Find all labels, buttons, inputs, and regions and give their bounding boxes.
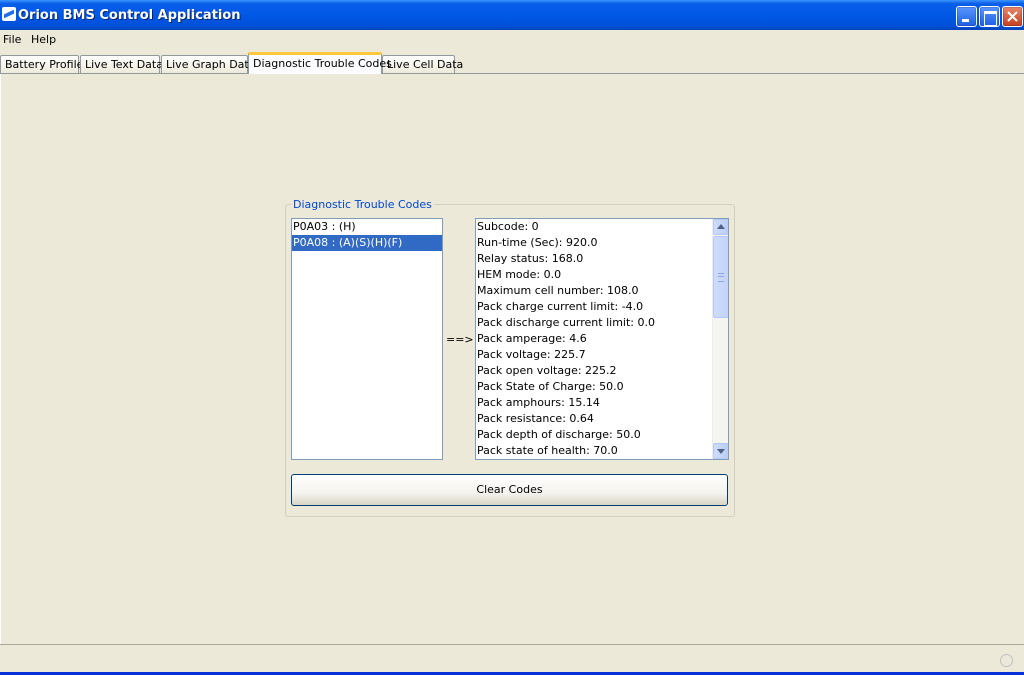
- app-icon: [2, 7, 16, 21]
- clear-codes-button[interactable]: Clear Codes: [291, 474, 728, 506]
- tab-live-graph-data[interactable]: Live Graph Data: [161, 55, 255, 74]
- window-title: Orion BMS Control Application: [18, 8, 241, 23]
- list-item: Pack depth of discharge: 50.0: [477, 428, 641, 441]
- menu-help[interactable]: Help: [31, 33, 56, 46]
- status-bar: [0, 644, 1024, 672]
- close-icon: [1007, 11, 1018, 22]
- details-scrollbar[interactable]: [712, 219, 728, 459]
- list-item: Pack discharge current limit: 0.0: [477, 316, 655, 329]
- tab-panel-edge: [0, 74, 1, 644]
- list-item: Pack open voltage: 225.2: [477, 364, 617, 377]
- trouble-codes-list[interactable]: P0A03 : (H) P0A08 : (A)(S)(H)(F): [291, 218, 443, 460]
- code-details-list[interactable]: Subcode: 0 Run-time (Sec): 920.0 Relay s…: [475, 218, 729, 460]
- scroll-thumb[interactable]: [713, 236, 728, 318]
- dtc-group-title: Diagnostic Trouble Codes: [291, 198, 434, 211]
- tab-battery-profile[interactable]: Battery Profile: [0, 55, 83, 74]
- list-item[interactable]: P0A08 : (A)(S)(H)(F): [292, 235, 442, 251]
- list-item: Pack resistance: 0.64: [477, 412, 594, 425]
- menu-file[interactable]: File: [3, 33, 21, 46]
- tab-diagnostic-trouble-codes[interactable]: Diagnostic Trouble Codes: [248, 52, 392, 74]
- list-item: HEM mode: 0.0: [477, 268, 562, 281]
- tab-bar: Battery Profile Live Text Data Live Grap…: [0, 52, 1024, 74]
- minimize-button[interactable]: [956, 6, 977, 27]
- tab-content-border: [0, 73, 1024, 74]
- arrow-label: ==>: [446, 333, 474, 346]
- list-item: Pack voltage: 225.7: [477, 348, 586, 361]
- tab-live-text-data[interactable]: Live Text Data: [80, 55, 163, 74]
- maximize-button[interactable]: [979, 6, 1000, 27]
- list-item: Relay status: 168.0: [477, 252, 584, 265]
- list-item[interactable]: P0A03 : (H): [292, 219, 442, 235]
- list-item: Pack amphours: 15.14: [477, 396, 600, 409]
- tab-live-cell-data[interactable]: Live Cell Data: [382, 55, 463, 74]
- close-button[interactable]: [1002, 6, 1023, 27]
- list-item: Maximum cell number: 108.0: [477, 284, 639, 297]
- menu-bar: File Help: [0, 30, 1024, 50]
- list-item: Pack State of Charge: 50.0: [477, 380, 624, 393]
- list-item: Pack charge current limit: -4.0: [477, 300, 644, 313]
- scroll-down-icon[interactable]: [713, 443, 728, 459]
- list-item: Pack amperage: 4.6: [477, 332, 587, 345]
- scroll-up-icon[interactable]: [713, 219, 728, 235]
- list-item: Subcode: 0: [477, 220, 539, 233]
- status-indicator-icon: [1000, 654, 1013, 667]
- list-item: Run-time (Sec): 920.0: [477, 236, 598, 249]
- list-item: Pack state of health: 70.0: [477, 444, 618, 457]
- title-bar: Orion BMS Control Application: [0, 0, 1024, 30]
